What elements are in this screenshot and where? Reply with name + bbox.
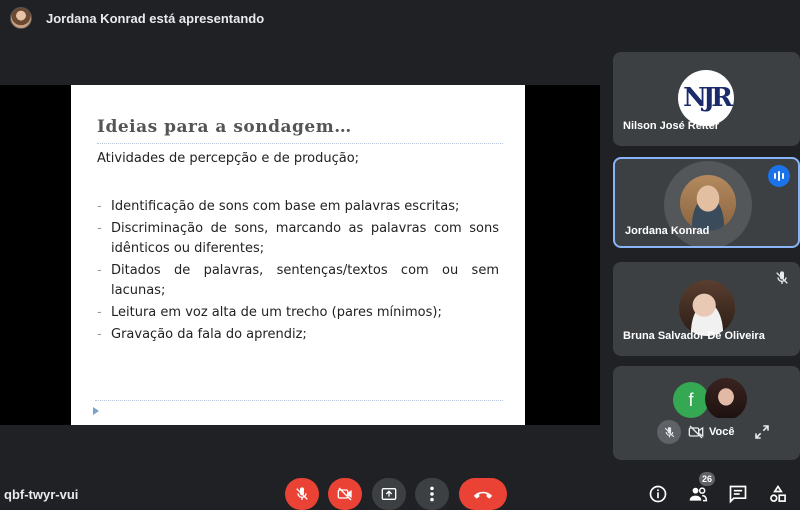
participant-tile-jordana[interactable]: Jordana Konrad — [613, 157, 800, 248]
participant-tile-nilson[interactable]: NJR Nilson José Reiter — [613, 52, 800, 146]
participant-name: Nilson José Reiter — [623, 120, 719, 132]
camera-off-icon — [337, 487, 352, 501]
presentation-stage[interactable]: Ideias para a sondagem… Atividades de pe… — [0, 85, 600, 425]
self-label: Você — [709, 426, 735, 438]
leave-call-button[interactable] — [459, 478, 507, 510]
expand-icon[interactable] — [754, 424, 770, 440]
activities-icon[interactable] — [768, 484, 788, 504]
njr-logo: NJR — [678, 70, 734, 126]
slide-title: Ideias para a sondagem… — [97, 117, 352, 137]
presenter-bar: Jordana Konrad está apresentando — [0, 0, 800, 36]
participant-tile-self[interactable]: f Você — [613, 366, 800, 460]
self-controls: Você — [657, 418, 787, 446]
presenter-avatar — [10, 7, 32, 29]
bullet-item: Discriminação de sons, marcando as palav… — [97, 219, 499, 259]
presenting-label: Jordana Konrad está apresentando — [46, 10, 265, 26]
meeting-code: qbf-twyr-vui — [4, 487, 79, 502]
bullet-item: Leitura em voz alta de um trecho (pares … — [97, 303, 499, 323]
speaking-indicator-icon — [768, 165, 790, 187]
chat-icon[interactable] — [728, 484, 748, 504]
microphone-button[interactable] — [285, 478, 319, 510]
avatar — [680, 175, 736, 231]
more-options-button[interactable] — [415, 478, 449, 510]
participant-name: Jordana Konrad — [625, 225, 710, 237]
camera-off-icon[interactable] — [687, 424, 705, 440]
avatar: f — [673, 382, 709, 418]
bottom-toolbar: qbf-twyr-vui — [0, 478, 800, 510]
slide-subtitle: Atividades de percepção e de produção; — [97, 151, 360, 166]
slide-arrow-icon — [93, 407, 99, 415]
info-icon[interactable] — [648, 484, 668, 504]
bullet-item: Gravação da fala do aprendiz; — [97, 325, 499, 345]
self-avatar — [705, 378, 747, 420]
mic-off-icon — [296, 487, 308, 500]
footer-divider — [95, 400, 503, 401]
people-count-badge: 26 — [699, 472, 715, 486]
present-icon — [381, 488, 397, 500]
more-vert-icon — [430, 486, 434, 502]
mic-off-icon — [664, 426, 674, 437]
bullet-item: Identificação de sons com base em palavr… — [97, 197, 499, 217]
title-divider — [97, 143, 503, 144]
mic-off-button[interactable] — [657, 420, 681, 444]
participant-name: Bruna Salvador De Oliveira — [623, 330, 765, 342]
present-screen-button[interactable] — [372, 478, 406, 510]
camera-button[interactable] — [328, 478, 362, 510]
slide: Ideias para a sondagem… Atividades de pe… — [71, 85, 525, 425]
bullet-item: Ditados de palavras, sentenças/textos co… — [97, 261, 499, 301]
people-icon[interactable] — [688, 484, 708, 504]
slide-bullets: Identificação de sons com base em palavr… — [97, 197, 499, 347]
mic-off-icon — [776, 271, 788, 284]
avatar — [679, 280, 735, 336]
participant-tile-bruna[interactable]: Bruna Salvador De Oliveira — [613, 262, 800, 356]
hang-up-icon — [473, 491, 493, 499]
